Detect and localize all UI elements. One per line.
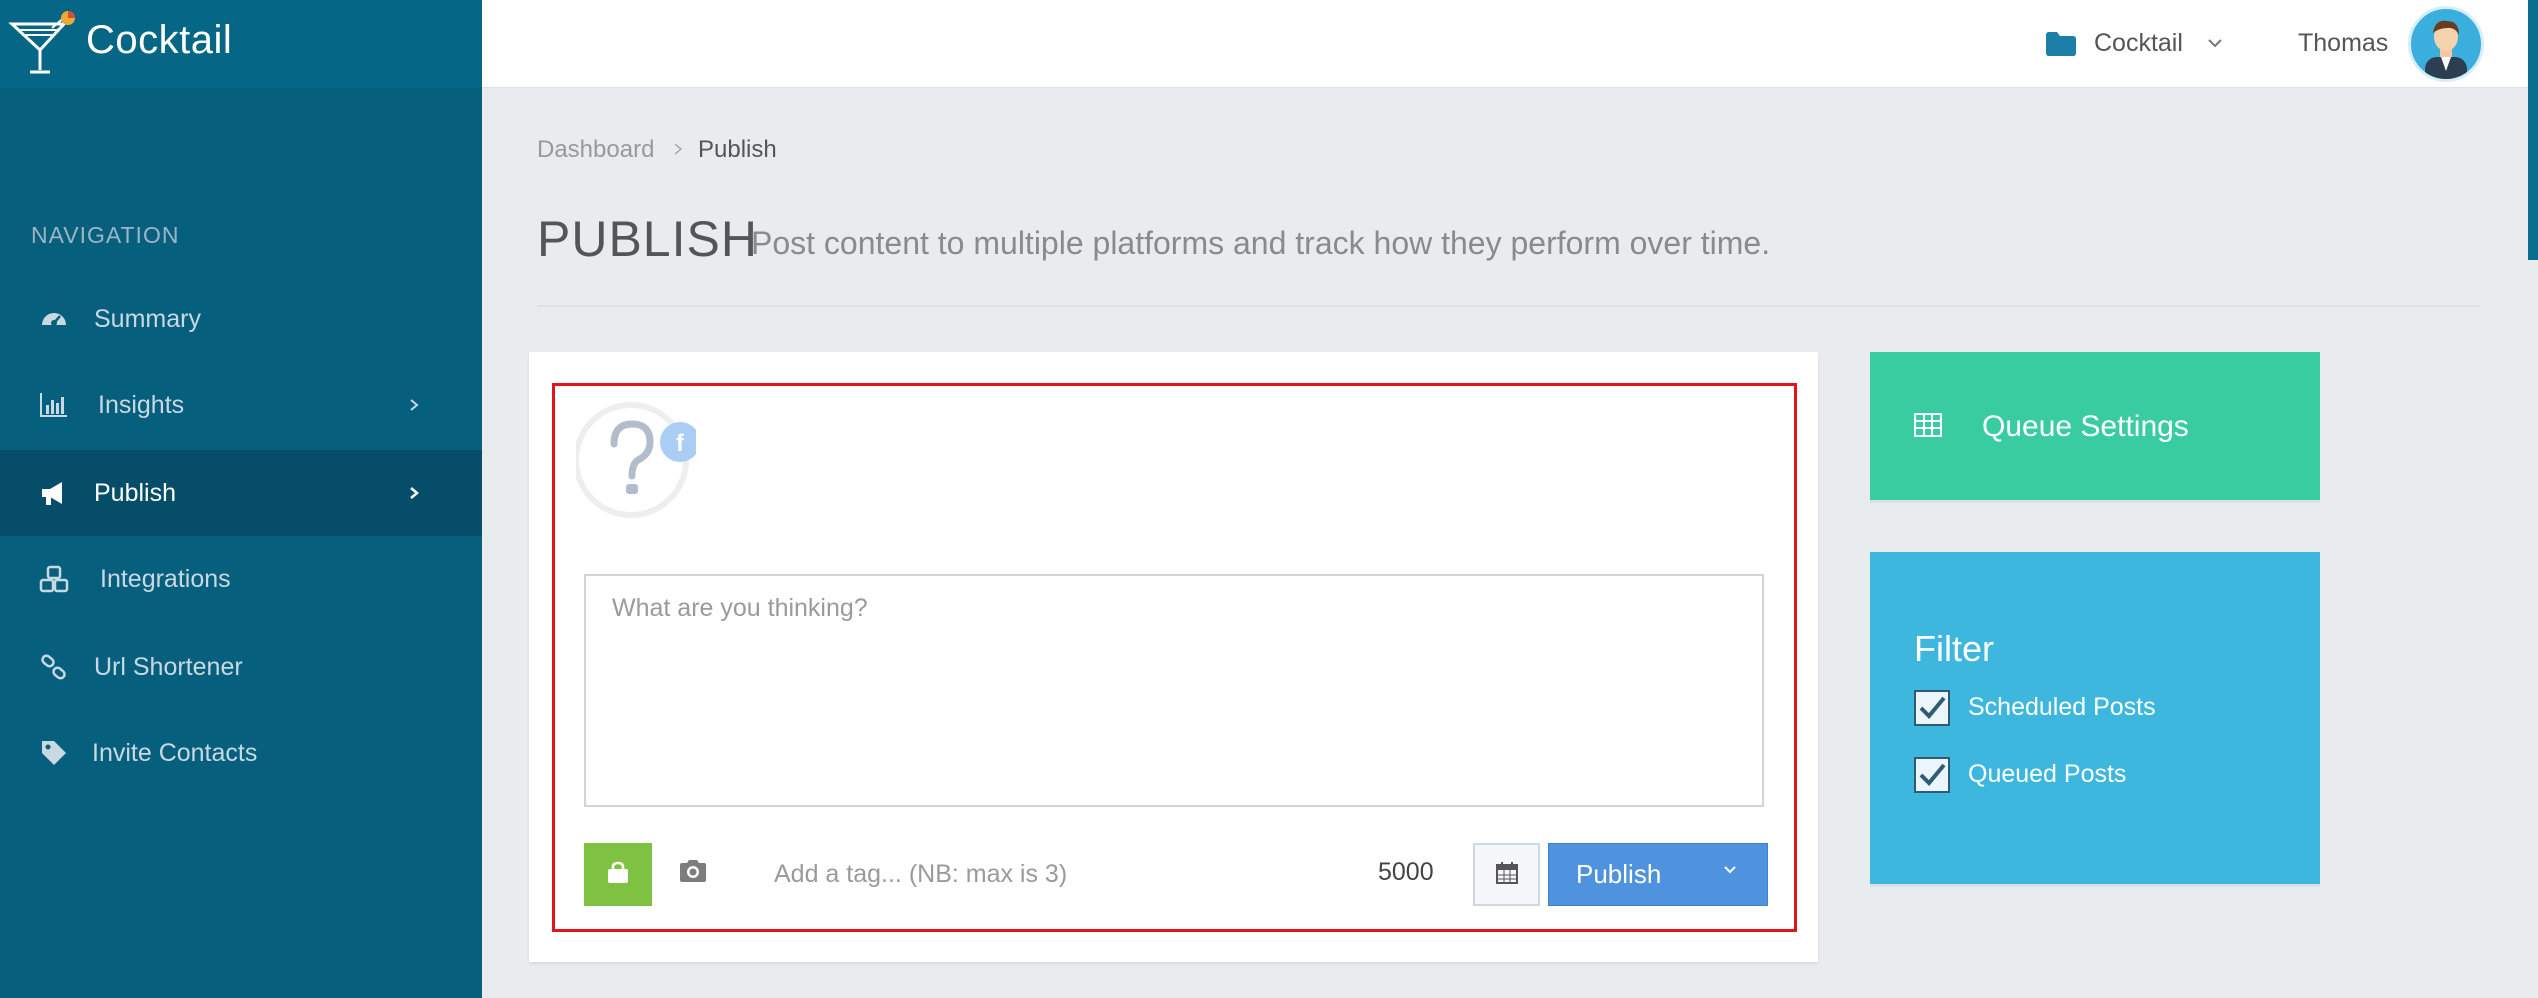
breadcrumb-root[interactable]: Dashboard — [537, 136, 654, 164]
schedule-button[interactable] — [1473, 843, 1540, 906]
checkmark-icon — [1919, 763, 1946, 786]
sidebar-item-url-shortener[interactable]: Url Shortener — [0, 624, 482, 710]
filter-title: Filter — [1914, 628, 1994, 669]
camera-button[interactable] — [676, 857, 710, 887]
divider — [537, 305, 2480, 307]
cocktail-logo-icon — [8, 11, 75, 74]
checkmark-icon — [1919, 696, 1946, 719]
queued-posts-label[interactable]: Queued Posts — [1968, 760, 2126, 789]
bar-chart-icon — [40, 393, 67, 417]
scrollbar[interactable] — [2528, 0, 2538, 260]
queued-posts-checkbox[interactable] — [1914, 757, 1950, 793]
sidebar-item-integrations[interactable]: Integrations — [0, 536, 482, 622]
megaphone-icon — [42, 482, 62, 505]
folder-icon — [2046, 32, 2076, 56]
post-content-textarea[interactable] — [584, 574, 1764, 807]
unknown-profile-icon[interactable]: f — [576, 400, 696, 520]
scheduled-posts-label[interactable]: Scheduled Posts — [1968, 693, 2156, 722]
user-avatar-icon — [2425, 20, 2467, 79]
facebook-icon: f — [676, 430, 685, 457]
media-library-button[interactable] — [584, 843, 652, 906]
camera-icon — [680, 859, 706, 882]
sidebar-item-insights[interactable]: Insights — [0, 362, 482, 448]
sidebar-item-publish[interactable]: Publish — [0, 450, 482, 536]
queue-settings-label: Queue Settings — [1982, 410, 2189, 443]
sidebar-item-label: Url Shortener — [94, 652, 243, 681]
calendar-icon — [1495, 862, 1518, 884]
breadcrumb-current: Publish — [698, 136, 777, 163]
sidebar-item-label: Integrations — [100, 564, 231, 593]
sidebar-item-label: Summary — [94, 304, 201, 333]
chevron-right-icon — [410, 399, 419, 411]
sidebar-item-label: Insights — [98, 390, 185, 419]
character-counter: 5000 — [1378, 858, 1434, 886]
top-bar — [482, 0, 2538, 88]
link-icon — [41, 654, 66, 680]
chevron-right-icon — [674, 143, 683, 155]
sidebar-item-invite-contacts[interactable]: Invite Contacts — [0, 710, 482, 796]
scheduled-posts-checkbox[interactable] — [1914, 690, 1950, 726]
tag-icon — [42, 741, 66, 765]
page-subtitle: Post content to multiple platforms and t… — [751, 225, 1771, 261]
brand-name: Cocktail — [86, 18, 233, 62]
chevron-down-icon[interactable] — [2206, 36, 2224, 50]
brand-header[interactable]: Cocktail — [0, 0, 482, 88]
workspace-selector[interactable]: Cocktail — [2094, 29, 2183, 58]
shopping-bag-icon — [608, 861, 628, 883]
table-icon — [1914, 413, 1942, 437]
sidebar-item-summary[interactable]: Summary — [0, 276, 482, 362]
avatar[interactable] — [2408, 6, 2484, 82]
user-name[interactable]: Thomas — [2298, 29, 2388, 58]
nav-heading: NAVIGATION — [31, 222, 180, 248]
dashboard-icon — [42, 313, 66, 326]
sidebar-item-label: Invite Contacts — [92, 738, 258, 767]
cubes-icon — [39, 565, 69, 593]
sidebar-item-label: Publish — [94, 478, 176, 507]
chevron-right-icon — [410, 487, 419, 499]
page-title: PUBLISH — [537, 211, 758, 267]
tag-input[interactable] — [758, 850, 1258, 898]
chevron-down-icon[interactable] — [1721, 863, 1739, 877]
sidebar: Cocktail NAVIGATION Summary Insights Pub… — [0, 0, 482, 998]
